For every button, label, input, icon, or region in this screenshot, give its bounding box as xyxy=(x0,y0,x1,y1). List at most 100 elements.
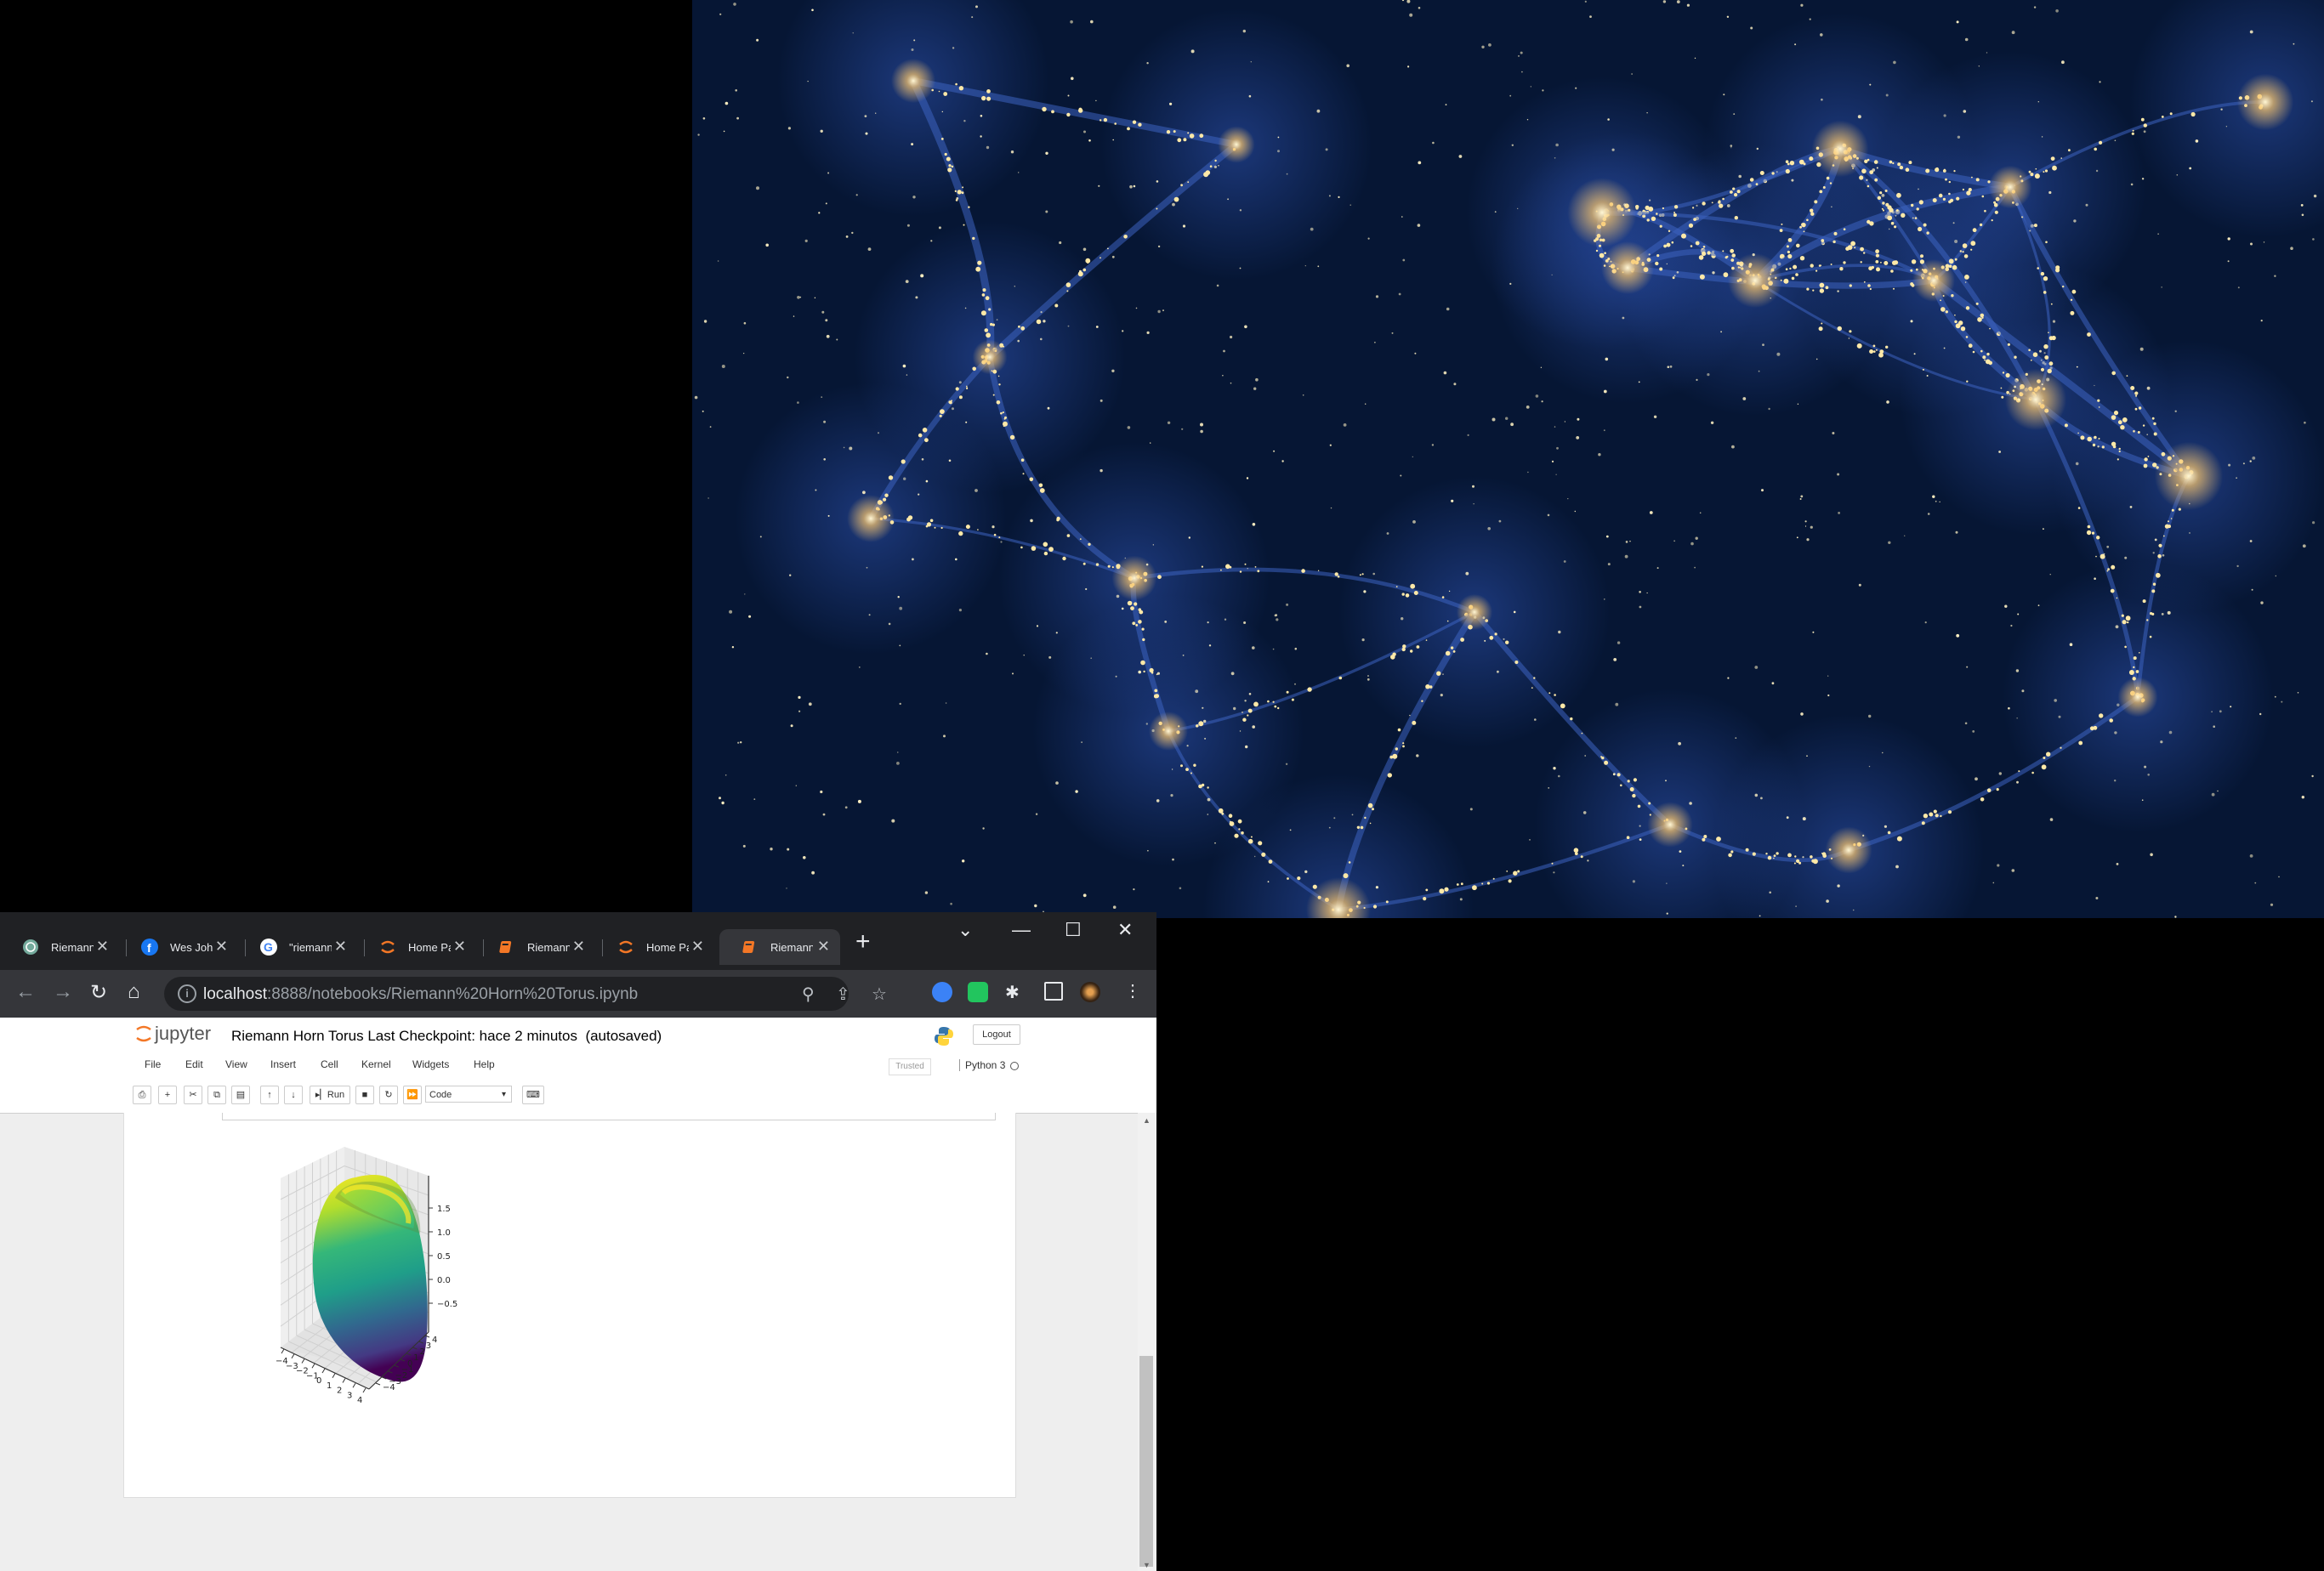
page-scrollbar[interactable]: ▲ ▼ xyxy=(1138,1113,1156,1571)
insert-cell-icon[interactable]: + xyxy=(158,1086,177,1104)
cell-type-select[interactable]: Code ▾ xyxy=(425,1086,512,1103)
copy-icon[interactable]: ⧉ xyxy=(207,1086,226,1104)
menu-help[interactable]: Help xyxy=(474,1058,495,1070)
extension-green-icon[interactable] xyxy=(968,982,988,1002)
run-button[interactable]: ▸▏Run xyxy=(310,1086,350,1104)
share-icon[interactable]: ⇪ xyxy=(836,984,850,1005)
move-up-icon[interactable]: ↑ xyxy=(260,1086,279,1104)
facebook-icon: f xyxy=(141,939,158,956)
scroll-up-icon[interactable]: ▲ xyxy=(1143,1116,1151,1125)
y-tick-label: 3 xyxy=(426,1341,431,1351)
svg-text:f: f xyxy=(147,941,151,955)
close-icon[interactable]: ✕ xyxy=(817,938,830,955)
forward-icon[interactable]: → xyxy=(53,980,73,1004)
command-palette-icon[interactable]: ⌨ xyxy=(522,1086,544,1104)
paste-icon[interactable]: ▤ xyxy=(231,1086,250,1104)
new-tab-button[interactable]: + xyxy=(855,927,871,956)
menu-view[interactable]: View xyxy=(225,1058,247,1070)
minimize-icon[interactable]: — xyxy=(1012,919,1031,941)
notebook-name[interactable]: Riemann Horn Torus xyxy=(231,1028,364,1044)
avatar[interactable] xyxy=(1080,982,1100,1002)
chevron-down-icon: ▾ xyxy=(501,1090,506,1099)
close-icon[interactable]: ✕ xyxy=(96,938,109,955)
checkpoint-status: Last Checkpoint: hace 2 minutos xyxy=(367,1028,577,1044)
tab-label: Wes John xyxy=(170,940,213,954)
openai-icon xyxy=(22,939,39,956)
menu-insert[interactable]: Insert xyxy=(270,1058,296,1070)
notebook-container: 1.5 1.0 0.5 0.0 −0.5 −4 −3 −2 −1 0 1 2 3 4 −4 −3 −2 −1 0 1 2… xyxy=(123,1113,1016,1498)
bookmark-star-icon[interactable]: ☆ xyxy=(872,984,887,1005)
x-tick-label: 4 xyxy=(357,1396,362,1405)
jupyter-header: jupyter Riemann Horn Torus Last Checkpoi… xyxy=(0,1018,1156,1114)
extensions-puzzle-icon[interactable]: ✱ xyxy=(1005,982,1020,1003)
x-tick-label: 0 xyxy=(316,1376,321,1386)
y-tick-label: 1 xyxy=(413,1353,418,1363)
kernel-status-icon xyxy=(1010,1062,1019,1070)
tab-4[interactable]: Home Pa ✕ xyxy=(357,929,476,965)
notebook-icon xyxy=(742,939,759,956)
tab-5[interactable]: Riemann ✕ xyxy=(476,929,595,965)
close-icon[interactable]: ✕ xyxy=(453,938,466,955)
save-icon[interactable]: ⎙ xyxy=(133,1086,151,1104)
tab-label: Riemann xyxy=(51,940,94,954)
jupyter-icon xyxy=(617,939,634,956)
close-icon[interactable]: ✕ xyxy=(334,938,347,955)
trusted-indicator[interactable]: Trusted xyxy=(889,1058,931,1075)
tab-label: Home Pa xyxy=(646,940,689,954)
scroll-down-icon[interactable]: ▼ xyxy=(1143,1561,1151,1569)
address-bar[interactable]: i localhost:8888/notebooks/Riemann%20Hor… xyxy=(164,977,887,1011)
menu-kebab-icon[interactable]: ⋮ xyxy=(1124,980,1141,1001)
menu-kernel[interactable]: Kernel xyxy=(361,1058,391,1070)
url-text: localhost:8888/notebooks/Riemann%20Horn%… xyxy=(203,985,639,1003)
notebook-title-bar: Riemann Horn Torus Last Checkpoint: hace… xyxy=(231,1028,662,1045)
interrupt-icon[interactable]: ■ xyxy=(355,1086,374,1104)
scrollbar-thumb[interactable] xyxy=(1139,1356,1153,1567)
tab-search-icon[interactable]: ⌄ xyxy=(957,919,973,941)
side-panel-icon[interactable] xyxy=(1044,982,1063,1001)
menu-cell[interactable]: Cell xyxy=(321,1058,338,1070)
tab-label: "riemann xyxy=(289,940,332,954)
logout-button[interactable]: Logout xyxy=(973,1024,1020,1045)
desktop-wallpaper xyxy=(692,0,2324,918)
site-info-icon[interactable]: i xyxy=(178,984,196,1003)
menu-file[interactable]: File xyxy=(145,1058,161,1070)
tab-label: Riemann xyxy=(527,940,570,954)
google-icon: G xyxy=(260,939,277,956)
autosave-status: (autosaved) xyxy=(585,1028,662,1044)
z-tick-label: 1.5 xyxy=(437,1205,451,1214)
extension-blue-icon[interactable] xyxy=(932,982,952,1002)
close-icon[interactable]: ✕ xyxy=(572,938,585,955)
maximize-icon[interactable]: ☐ xyxy=(1065,919,1082,941)
back-icon[interactable]: ← xyxy=(15,980,36,1004)
jupyter-logo[interactable]: jupyter xyxy=(136,1023,211,1045)
menu-edit[interactable]: Edit xyxy=(185,1058,203,1070)
x-tick-label: 2 xyxy=(337,1387,342,1396)
browser-toolbar: ← → ↻ ⌂ i localhost:8888/notebooks/Riema… xyxy=(0,970,1156,1018)
jupyter-icon xyxy=(379,939,396,956)
close-icon[interactable]: ✕ xyxy=(215,938,228,955)
previous-cell[interactable] xyxy=(222,1113,996,1120)
jupyter-logo-text: jupyter xyxy=(155,1023,212,1044)
browser-window: Riemann ✕ f Wes John ✕ G "riemann ✕ Home… xyxy=(0,912,1156,1571)
tab-1[interactable]: Riemann ✕ xyxy=(0,929,119,965)
y-tick-label: 4 xyxy=(432,1336,437,1345)
cut-icon[interactable]: ✂ xyxy=(184,1086,202,1104)
tab-6[interactable]: Home Pa ✕ xyxy=(595,929,714,965)
reload-icon[interactable]: ↻ xyxy=(90,980,107,1005)
tab-3[interactable]: G "riemann ✕ xyxy=(238,929,357,965)
restart-run-all-icon[interactable]: ⏩ xyxy=(403,1086,422,1104)
close-window-icon[interactable]: ✕ xyxy=(1117,919,1133,941)
home-icon[interactable]: ⌂ xyxy=(128,980,140,1004)
x-tick-label: 1 xyxy=(327,1381,332,1391)
tab-strip: Riemann ✕ f Wes John ✕ G "riemann ✕ Home… xyxy=(0,912,1156,970)
close-icon[interactable]: ✕ xyxy=(691,938,704,955)
zoom-icon[interactable]: ⚲ xyxy=(802,984,815,1005)
surface-plot: 1.51.00.50.0−0.5−4−3−2−101234−4−3−2−1012… xyxy=(276,1147,457,1405)
menu-widgets[interactable]: Widgets xyxy=(412,1058,449,1070)
restart-icon[interactable]: ↻ xyxy=(379,1086,398,1104)
tab-label: Home Pa xyxy=(408,940,451,954)
jupyter-logo-icon xyxy=(136,1024,151,1044)
tab-2[interactable]: f Wes John ✕ xyxy=(119,929,238,965)
tab-7-active[interactable]: Riemann ✕ xyxy=(719,929,840,965)
move-down-icon[interactable]: ↓ xyxy=(284,1086,303,1104)
